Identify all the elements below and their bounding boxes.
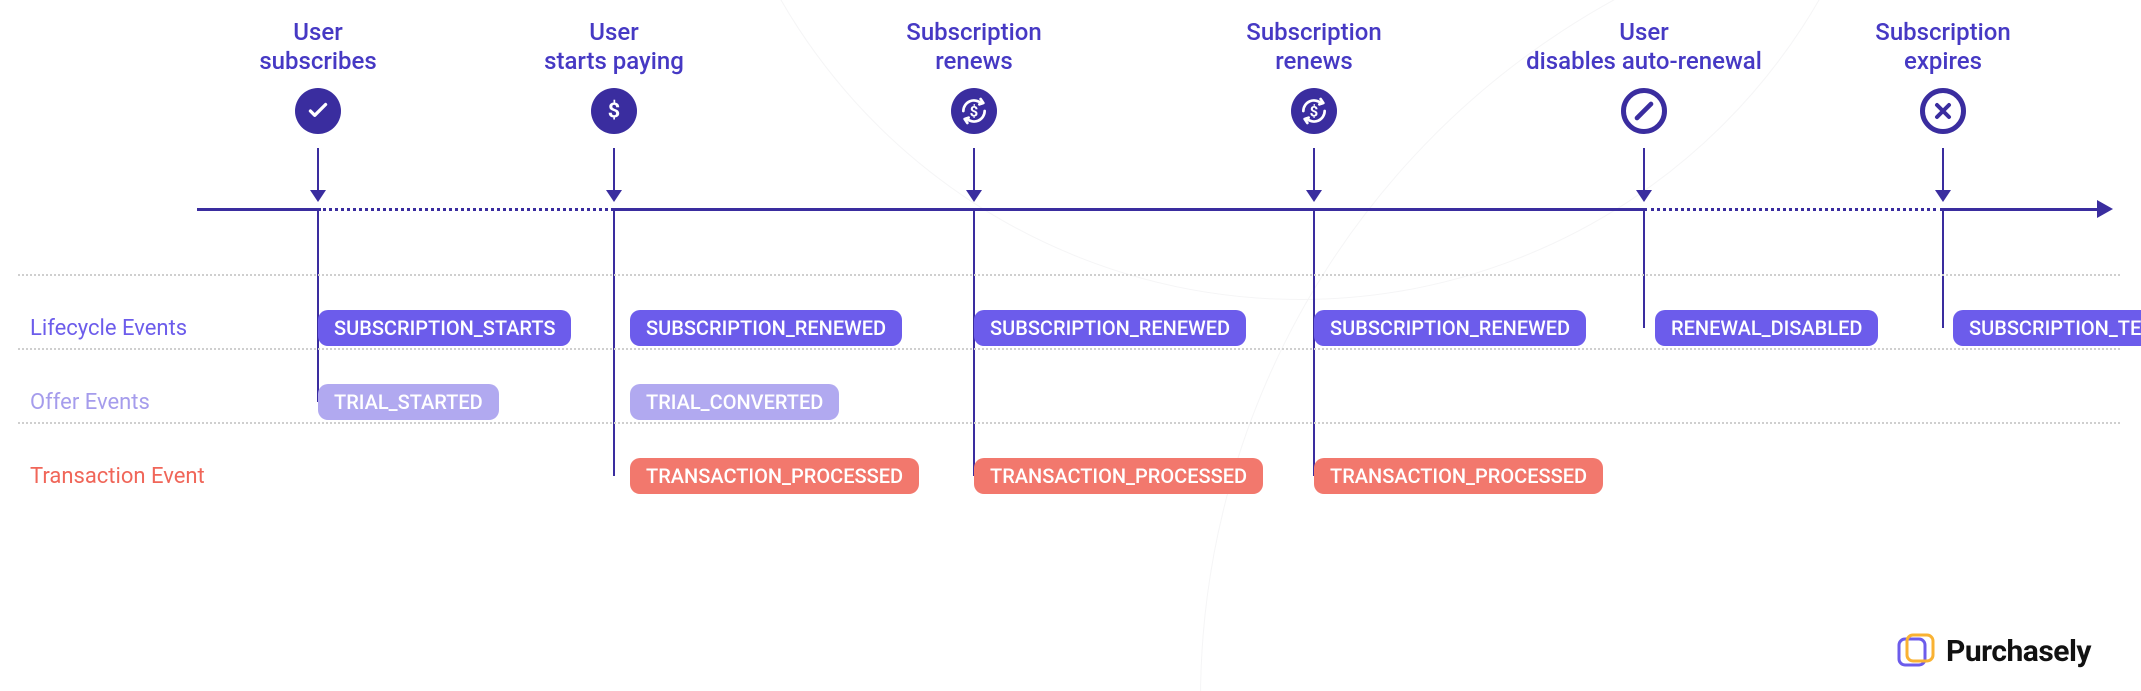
timeline-segment [318,208,614,211]
event-badge: SUBSCRIPTION_RENEWED [1314,310,1586,346]
diagram: Usersubscribes Userstarts paying $ Subscrip… [0,0,1427,691]
forbid-icon [1621,88,1667,134]
timeline-segment [1644,208,1943,211]
lifecycle-events-label: Lifecycle Events [30,316,187,341]
event-label: Userdisables auto-renewal [1526,18,1762,76]
event-label: Subscriptionrenews [906,18,1041,76]
event-label: Subscriptionexpires [1875,18,2010,76]
event-label: Subscriptionrenews [1246,18,1381,76]
row-separator [18,348,2120,350]
refresh-icon: $ [951,88,997,134]
timeline-segment [1943,208,2097,211]
event-badge: TRIAL_CONVERTED [630,384,839,420]
row-separator [18,422,2120,424]
event-badge: TRANSACTION_PROCESSED [974,458,1263,494]
event-badge: SUBSCRIPTION_RENEWED [630,310,902,346]
event-arrow [1643,148,1645,200]
event-badge: TRANSACTION_PROCESSED [1314,458,1603,494]
timeline-segment [197,208,318,211]
event-arrow [973,148,975,200]
event-label: Usersubscribes [259,18,376,76]
drop-line [1643,208,1645,328]
svg-text:$: $ [608,99,620,124]
timeline-arrowhead-icon [2097,200,2113,218]
timeline-segment [614,208,1644,211]
purchasely-logo-text: Purchasely [1946,634,2091,669]
event-arrow [613,148,615,200]
svg-text:$: $ [970,102,978,120]
cross-icon [1920,88,1966,134]
purchasely-logo-mark-icon [1896,631,1936,671]
event-badge: RENEWAL_DISABLED [1655,310,1878,346]
purchasely-logo: Purchasely [1896,631,2091,671]
row-separator [18,274,2120,276]
drop-line [317,208,319,402]
event-arrow [317,148,319,200]
offer-events-label: Offer Events [30,390,150,415]
event-arrow [1313,148,1315,200]
event-badge: SUBSCRIPTION_TERMINATED [1953,310,2141,346]
drop-line [1313,208,1315,476]
event-arrow [1942,148,1944,200]
drop-line [1942,208,1944,328]
event-badge: SUBSCRIPTION_STARTS [318,310,571,346]
event-label: Userstarts paying [544,18,684,76]
event-badge: TRIAL_STARTED [318,384,499,420]
dollar-icon: $ [591,88,637,134]
drop-line [613,208,615,476]
drop-line [973,208,975,476]
check-icon [295,88,341,134]
event-badge: SUBSCRIPTION_RENEWED [974,310,1246,346]
svg-text:$: $ [1310,102,1318,120]
event-badge: TRANSACTION_PROCESSED [630,458,919,494]
refresh-icon: $ [1291,88,1337,134]
transaction-event-label: Transaction Event [30,464,205,489]
